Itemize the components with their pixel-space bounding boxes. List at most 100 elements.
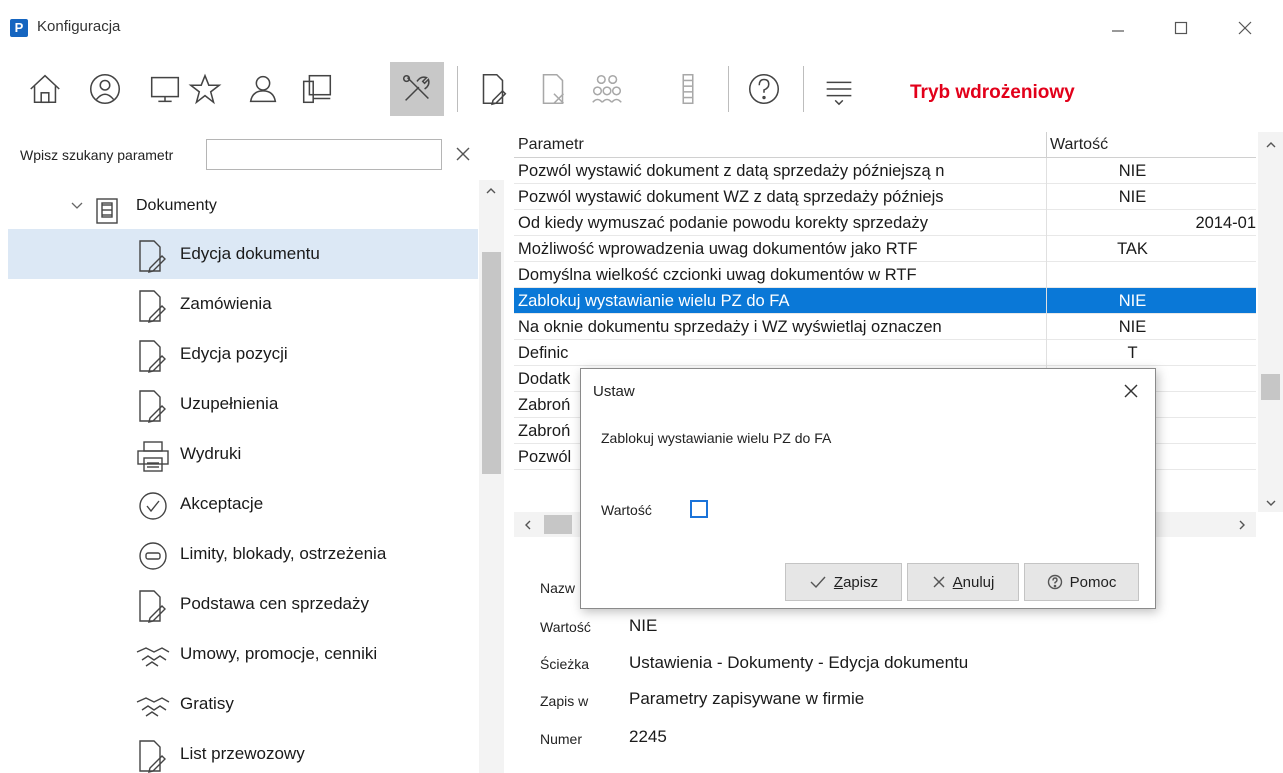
handshake-icon <box>134 688 172 724</box>
maximize-icon <box>1174 21 1188 35</box>
cancel-button[interactable]: Anuluj <box>907 563 1019 601</box>
toolbar-separator <box>728 66 729 112</box>
toolbar-delete-document-button[interactable] <box>526 62 580 116</box>
detail-save: Parametry zapisywane w firmie <box>629 689 865 708</box>
scrollbar-thumb[interactable] <box>482 252 501 474</box>
detail-save-label: Zapis w <box>540 693 589 709</box>
document-delete-icon <box>542 73 564 105</box>
scrollbar-thumb[interactable] <box>1261 374 1280 400</box>
tree-item-limity[interactable]: Limity, blokady, ostrzeżenia <box>0 529 478 579</box>
tree-item-edycja-dokumentu[interactable]: Edycja dokumentu <box>8 229 478 279</box>
tree-item-wydruki[interactable]: Wydruki <box>0 429 478 479</box>
dialog-title: Ustaw <box>593 383 635 400</box>
document-edit-icon <box>134 288 172 324</box>
tree-node-label: Dokumenty <box>136 197 217 214</box>
chevron-down-icon[interactable] <box>1265 496 1277 514</box>
toolbar-group-button[interactable] <box>580 62 634 116</box>
tree-item-label: Gratisy <box>180 694 234 713</box>
detail-number-label: Numer <box>540 731 583 747</box>
document-edit-icon <box>482 73 507 106</box>
save-button[interactable]: Zapisz <box>785 563 902 601</box>
tree-item-label: Edycja pozycji <box>180 344 288 363</box>
grid-cell-wartosc: NIE <box>1118 162 1147 180</box>
chevron-down-icon[interactable] <box>70 199 84 218</box>
grid-row[interactable]: Możliwość wprowadzenia uwag dokumentów j… <box>514 236 1256 262</box>
toolbar-person-button[interactable] <box>236 62 290 116</box>
toolbar-devices-button[interactable] <box>290 62 344 116</box>
scrollbar-thumb[interactable] <box>544 515 572 534</box>
tree-item-label: Edycja dokumentu <box>180 244 320 263</box>
grid-row[interactable]: Na oknie dokumentu sprzedaży i WZ wyświe… <box>514 314 1256 340</box>
toolbar-favorites-button[interactable] <box>178 62 232 116</box>
toolbar-user-button[interactable] <box>78 62 132 116</box>
chevron-up-icon[interactable] <box>485 184 497 202</box>
tree-item-list-przewozowy[interactable]: List przewozowy <box>0 729 478 773</box>
toolbar-edit-document-button[interactable] <box>466 62 520 116</box>
search-input[interactable] <box>206 139 442 170</box>
help-icon <box>1047 574 1062 590</box>
close-icon <box>456 147 470 161</box>
tree-node-dokumenty[interactable]: Dokumenty <box>0 182 478 232</box>
grid-row[interactable]: Definic T <box>514 340 1256 366</box>
grid-cell-parametr: Od kiedy wymuszać podanie powodu korekty… <box>518 214 928 232</box>
toolbar-home-button[interactable] <box>18 62 72 116</box>
cancel-button-label: Anuluj <box>952 573 995 591</box>
column-divider <box>1046 262 1047 288</box>
tree-item-umowy[interactable]: Umowy, promocje, cenniki <box>0 629 478 679</box>
column-divider[interactable] <box>1046 132 1047 158</box>
tree-item-akceptacje[interactable]: Akceptacje <box>0 479 478 529</box>
save-button-label: Zapisz <box>833 573 879 591</box>
search-clear-button[interactable] <box>452 143 474 165</box>
grid-cell-wartosc: 2014-01 <box>1195 214 1256 232</box>
tree-item-gratisy[interactable]: Gratisy <box>0 679 478 729</box>
tree-item-edycja-pozycji[interactable]: Edycja pozycji <box>0 329 478 379</box>
maximize-button[interactable] <box>1158 8 1204 48</box>
help-icon <box>748 73 780 105</box>
grid-cell-parametr: Definic <box>518 344 569 362</box>
grid-cell-wartosc: TAK <box>1117 240 1148 258</box>
tree-item-label: Akceptacje <box>180 494 264 513</box>
grid-row[interactable]: Od kiedy wymuszać podanie powodu korekty… <box>514 210 1256 236</box>
grid-cell-parametr: Pozwól wystawić dokument WZ z datą sprze… <box>518 188 944 206</box>
close-icon <box>933 576 945 588</box>
tree-item-label: List przewozowy <box>180 744 305 763</box>
chevron-up-icon[interactable] <box>1265 138 1277 156</box>
toolbar-filter-button[interactable] <box>812 62 866 116</box>
dialog-value-checkbox[interactable] <box>690 500 708 518</box>
tree-item-podstawa-cen[interactable]: Podstawa cen sprzedaży <box>0 579 478 629</box>
minimize-button[interactable] <box>1095 8 1141 48</box>
chevron-left-icon[interactable] <box>522 518 534 536</box>
toolbar-tools-button[interactable] <box>390 62 444 116</box>
toolbar-help-button[interactable] <box>737 62 791 116</box>
document-edit-icon <box>134 738 172 773</box>
dialog-close-button[interactable] <box>1117 377 1145 405</box>
column-header-wartosc[interactable]: Wartość <box>1050 136 1108 154</box>
settings-tree: Dokumenty Edycja dokumentu Zamówienia Ed… <box>0 180 478 773</box>
grid-header: Parametr Wartość <box>514 132 1256 158</box>
grid-vertical-scrollbar[interactable] <box>1258 132 1283 512</box>
handshake-icon <box>134 638 172 674</box>
grid-row[interactable]: Domyślna wielkość czcionki uwag dokument… <box>514 262 1256 288</box>
tree-item-label: Limity, blokady, ostrzeżenia <box>180 544 387 563</box>
tree-item-label: Wydruki <box>180 444 242 463</box>
tree-item-label: Umowy, promocje, cenniki <box>180 644 378 663</box>
tree-scrollbar[interactable] <box>479 180 504 773</box>
help-button[interactable]: Pomoc <box>1024 563 1139 601</box>
toolbar-separator <box>803 66 804 112</box>
grid-cell-parametr: Pozwól wystawić dokument z datą sprzedaż… <box>518 162 945 180</box>
chevron-right-icon[interactable] <box>1236 518 1248 536</box>
tree-item-zamowienia[interactable]: Zamówienia <box>0 279 478 329</box>
window-title: Konfiguracja <box>37 18 121 35</box>
document-list-icon <box>95 191 121 227</box>
column-header-parametr[interactable]: Parametr <box>518 136 584 154</box>
tree-item-uzupelnienia[interactable]: Uzupełnienia <box>0 379 478 429</box>
user-circle-icon <box>89 73 121 105</box>
close-window-button[interactable] <box>1222 8 1268 48</box>
detail-path: Ustawienia - Dokumenty - Edycja dokument… <box>629 653 969 672</box>
toolbar-list-button[interactable] <box>661 62 715 116</box>
devices-icon <box>302 74 332 104</box>
grid-row[interactable]: Pozwól wystawić dokument WZ z datą sprze… <box>514 184 1256 210</box>
grid-row[interactable]: Zablokuj wystawianie wielu PZ do FA NIE <box>514 288 1256 314</box>
grid-row[interactable]: Pozwól wystawić dokument z datą sprzedaż… <box>514 158 1256 184</box>
detail-name-label: Nazw <box>540 580 576 596</box>
